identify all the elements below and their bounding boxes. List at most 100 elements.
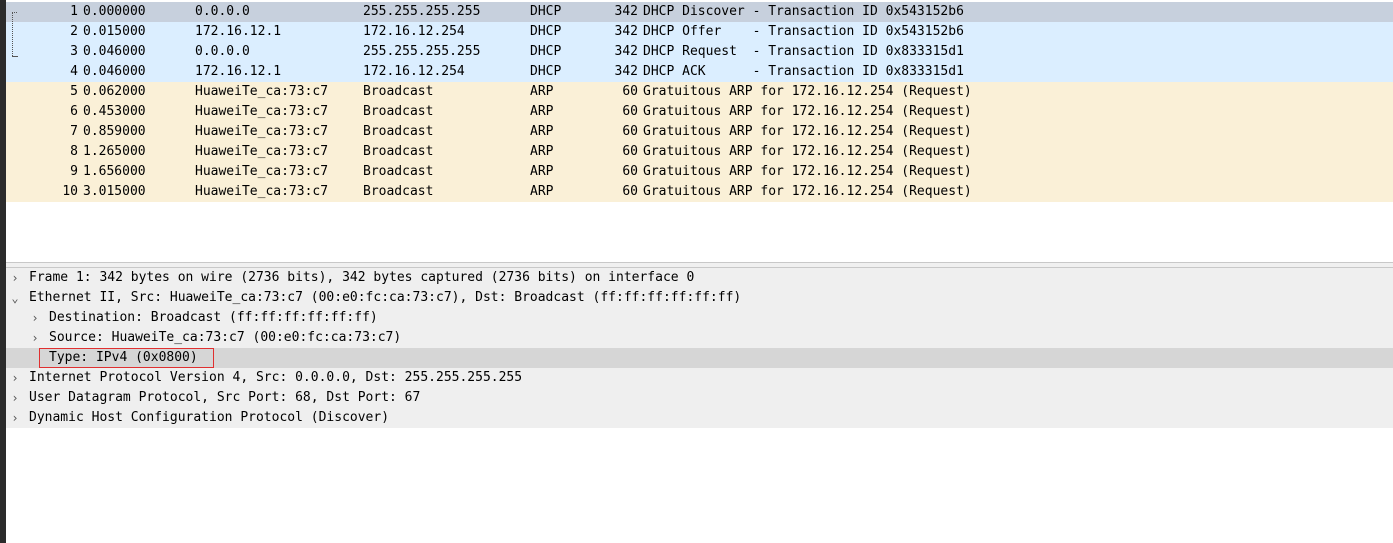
chevron-right-icon[interactable]: ›: [30, 308, 40, 328]
chevron-right-icon[interactable]: ›: [10, 388, 20, 408]
chevron-right-icon[interactable]: ›: [10, 408, 20, 428]
packet-length: 342: [614, 4, 638, 19]
packet-row[interactable]: 2 0.015000 172.16.12.1 172.16.12.254 DHCP 342…: [6, 22, 1393, 42]
conversation-marker-line: [12, 12, 13, 56]
conversation-marker-end: [12, 56, 18, 57]
packet-destination: 255.255.255.255: [363, 44, 481, 59]
packet-protocol: ARP: [530, 124, 554, 139]
detail-tree-item[interactable]: ⌄ Ethernet II, Src: HuaweiTe_ca:73:c7 (00…: [6, 288, 1393, 308]
packet-row[interactable]: 1 0.000000 0.0.0.0 255.255.255.255 DHCP 342 DH…: [6, 2, 1393, 22]
chevron-right-icon[interactable]: ›: [30, 328, 40, 348]
packet-source: HuaweiTe_ca:73:c7: [195, 104, 329, 119]
packet-time: 1.656000: [83, 164, 146, 179]
packet-number: 6: [70, 104, 78, 119]
packet-number: 10: [62, 184, 78, 199]
chevron-down-icon[interactable]: ⌄: [10, 288, 20, 308]
detail-tree-label: Dynamic Host Configuration Protocol (Dis…: [29, 410, 390, 425]
packet-protocol: ARP: [530, 184, 554, 199]
packet-info: DHCP ACK - Transaction ID 0x833315d1: [643, 64, 964, 79]
detail-tree-label: Internet Protocol Version 4, Src: 0.0.0.…: [29, 370, 523, 385]
packet-number: 5: [70, 84, 78, 99]
packet-row[interactable]: 10 3.015000 HuaweiTe_ca:73:c7 Broadcast ARP 6…: [6, 182, 1393, 202]
packet-length: 60: [622, 184, 638, 199]
packet-source: 172.16.12.1: [195, 24, 282, 39]
detail-tree-label: User Datagram Protocol, Src Port: 68, Ds…: [29, 390, 421, 405]
packet-destination: Broadcast: [363, 144, 434, 159]
packet-list[interactable]: 10 3.015000 HuaweiTe_ca:73:c7 Broadcast ARP 6…: [6, 2, 1393, 260]
detail-tree-item[interactable]: › Internet Protocol Version 4, Src: 0.0.0…: [6, 368, 1393, 388]
packet-source: HuaweiTe_ca:73:c7: [195, 144, 329, 159]
packet-number: 4: [70, 64, 78, 79]
packet-time: 0.859000: [83, 124, 146, 139]
detail-tree-label: Source: HuaweiTe_ca:73:c7 (00:e0:fc:ca:7…: [49, 330, 402, 345]
packet-info: Gratuitous ARP for 172.16.12.254 (Reques…: [643, 84, 972, 99]
packet-info: Gratuitous ARP for 172.16.12.254 (Reques…: [643, 164, 972, 179]
packet-time: 0.000000: [83, 4, 146, 19]
packet-number: 8: [70, 144, 78, 159]
packet-info: DHCP Discover - Transaction ID 0x543152b…: [643, 4, 964, 19]
packet-source: HuaweiTe_ca:73:c7: [195, 84, 329, 99]
annotation-highlight-box: [39, 348, 214, 368]
packet-time: 0.453000: [83, 104, 146, 119]
packet-length: 60: [622, 84, 638, 99]
packet-source: HuaweiTe_ca:73:c7: [195, 124, 329, 139]
packet-row[interactable]: 7 0.859000 HuaweiTe_ca:73:c7 Broadcast ARP 60…: [6, 122, 1393, 142]
packet-info: Gratuitous ARP for 172.16.12.254 (Reques…: [643, 124, 972, 139]
packet-length: 342: [614, 44, 638, 59]
packet-destination: 172.16.12.254: [363, 64, 465, 79]
packet-row[interactable]: 4 0.046000 172.16.12.1 172.16.12.254 DHCP 342…: [6, 62, 1393, 82]
packet-row[interactable]: 8 1.265000 HuaweiTe_ca:73:c7 Broadcast ARP 60…: [6, 142, 1393, 162]
packet-protocol: DHCP: [530, 4, 562, 19]
packet-length: 60: [622, 124, 638, 139]
packet-row[interactable]: 9 1.656000 HuaweiTe_ca:73:c7 Broadcast ARP 60…: [6, 162, 1393, 182]
detail-tree-item[interactable]: › Destination: Broadcast (ff:ff:ff:ff:ff:…: [6, 308, 1393, 328]
packet-row[interactable]: 6 0.453000 HuaweiTe_ca:73:c7 Broadcast ARP 60…: [6, 102, 1393, 122]
packet-time: 3.015000: [83, 184, 146, 199]
detail-tree-label: Destination: Broadcast (ff:ff:ff:ff:ff:f…: [49, 310, 378, 325]
packet-details-tree[interactable]: › Frame 1: 342 bytes on wire (2736 bits),…: [6, 268, 1393, 543]
packet-protocol: ARP: [530, 104, 554, 119]
packet-info: Gratuitous ARP for 172.16.12.254 (Reques…: [643, 144, 972, 159]
detail-tree-item[interactable]: Type: IPv4 (0x0800): [6, 348, 1393, 368]
packet-destination: Broadcast: [363, 184, 434, 199]
packet-number: 7: [70, 124, 78, 139]
packet-destination: Broadcast: [363, 164, 434, 179]
packet-protocol: ARP: [530, 84, 554, 99]
packet-row[interactable]: 3 0.046000 0.0.0.0 255.255.255.255 DHCP 342 DH…: [6, 42, 1393, 62]
packet-protocol: DHCP: [530, 64, 562, 79]
packet-destination: 255.255.255.255: [363, 4, 481, 19]
detail-tree-label: Frame 1: 342 bytes on wire (2736 bits), …: [29, 270, 695, 285]
packet-destination: Broadcast: [363, 124, 434, 139]
packet-source: 172.16.12.1: [195, 64, 282, 79]
packet-destination: 172.16.12.254: [363, 24, 465, 39]
packet-number: 2: [70, 24, 78, 39]
detail-tree-item[interactable]: › Dynamic Host Configuration Protocol (Di…: [6, 408, 1393, 428]
packet-info: Gratuitous ARP for 172.16.12.254 (Reques…: [643, 184, 972, 199]
detail-tree-label: Ethernet II, Src: HuaweiTe_ca:73:c7 (00:…: [29, 290, 742, 305]
packet-destination: Broadcast: [363, 84, 434, 99]
packet-source: HuaweiTe_ca:73:c7: [195, 164, 329, 179]
packet-time: 0.015000: [83, 24, 146, 39]
packet-number: 9: [70, 164, 78, 179]
packet-length: 342: [614, 64, 638, 79]
packet-source: 0.0.0.0: [195, 4, 250, 19]
detail-tree-item[interactable]: › Source: HuaweiTe_ca:73:c7 (00:e0:fc:ca:…: [6, 328, 1393, 348]
packet-time: 0.046000: [83, 44, 146, 59]
packet-time: 1.265000: [83, 144, 146, 159]
packet-time: 0.062000: [83, 84, 146, 99]
packet-source: 0.0.0.0: [195, 44, 250, 59]
chevron-right-icon[interactable]: ›: [10, 268, 20, 288]
packet-info: DHCP Request - Transaction ID 0x833315d1: [643, 44, 964, 59]
packet-info: DHCP Offer - Transaction ID 0x543152b6: [643, 24, 964, 39]
packet-time: 0.046000: [83, 64, 146, 79]
packet-number: 3: [70, 44, 78, 59]
detail-tree-item[interactable]: › Frame 1: 342 bytes on wire (2736 bits),…: [6, 268, 1393, 288]
packet-source: HuaweiTe_ca:73:c7: [195, 184, 329, 199]
packet-destination: Broadcast: [363, 104, 434, 119]
packet-length: 60: [622, 144, 638, 159]
packet-protocol: ARP: [530, 144, 554, 159]
packet-protocol: DHCP: [530, 44, 562, 59]
chevron-right-icon[interactable]: ›: [10, 368, 20, 388]
packet-row[interactable]: 5 0.062000 HuaweiTe_ca:73:c7 Broadcast ARP 60…: [6, 82, 1393, 102]
detail-tree-item[interactable]: › User Datagram Protocol, Src Port: 68, D…: [6, 388, 1393, 408]
